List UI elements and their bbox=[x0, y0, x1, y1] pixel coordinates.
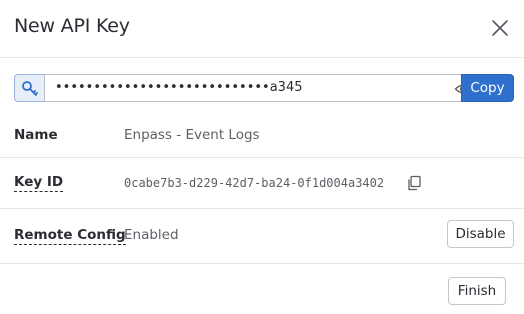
key-id-value: 0cabe7b3-d229-42d7-ba24-0f1d004a3402 bbox=[124, 176, 385, 190]
dialog-header: New API Key bbox=[0, 0, 524, 58]
name-value: Enpass - Event Logs bbox=[124, 127, 260, 143]
remote-config-status: Enabled bbox=[124, 227, 179, 243]
dialog-title: New API Key bbox=[14, 15, 130, 37]
copy-key-id-button[interactable] bbox=[406, 175, 422, 191]
key-icon bbox=[22, 81, 38, 96]
close-icon bbox=[492, 20, 508, 36]
disable-button[interactable]: Disable bbox=[447, 220, 514, 248]
close-button[interactable] bbox=[488, 16, 512, 40]
key-icon-box bbox=[14, 74, 44, 102]
finish-button[interactable]: Finish bbox=[448, 277, 506, 305]
key-id-label[interactable]: Key ID bbox=[14, 174, 64, 192]
name-row: Name Enpass - Event Logs bbox=[0, 113, 524, 158]
copy-icon bbox=[408, 175, 421, 191]
name-label: Name bbox=[14, 127, 58, 143]
key-id-row: Key ID 0cabe7b3-d229-42d7-ba24-0f1d004a3… bbox=[0, 158, 524, 209]
api-key-input[interactable]: ••••••••••••••••••••••••••••a345 bbox=[44, 74, 476, 102]
api-key-value: ••••••••••••••••••••••••••••a345 bbox=[55, 80, 303, 95]
remote-config-row: Remote Config Enabled Disable bbox=[0, 209, 524, 264]
new-api-key-dialog: New API Key ••••••••••••••••••••••••••••… bbox=[0, 0, 524, 314]
remote-config-label[interactable]: Remote Config bbox=[14, 227, 126, 245]
api-key-field: ••••••••••••••••••••••••••••a345 Copy bbox=[14, 74, 514, 102]
copy-key-button[interactable]: Copy bbox=[461, 74, 514, 102]
